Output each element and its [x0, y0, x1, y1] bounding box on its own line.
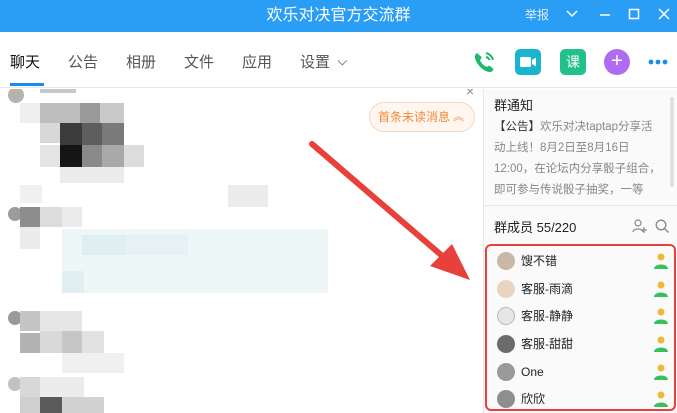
double-chevron-up-icon: ︽ [453, 111, 464, 123]
member-role-icon [653, 335, 669, 353]
member-item[interactable]: 馊不错 [493, 250, 673, 272]
mosaic-block [126, 235, 188, 255]
mosaic-block [62, 353, 124, 373]
mosaic-block [62, 271, 84, 293]
mosaic-block [20, 333, 40, 353]
member-role-icon [653, 252, 669, 270]
mosaic-block [100, 103, 124, 123]
mosaic-block [20, 185, 42, 203]
mosaic-block [60, 145, 82, 167]
tab-files[interactable]: 文件 [184, 52, 214, 74]
mosaic-block [80, 103, 100, 123]
panel-divider [484, 205, 677, 206]
mosaic-block [20, 227, 40, 249]
maximize-icon[interactable] [622, 4, 646, 28]
close-icon[interactable] [652, 4, 676, 28]
mosaic-block [60, 123, 82, 145]
close-small-icon[interactable]: × [466, 89, 474, 99]
mosaic-block [20, 207, 40, 227]
tab-chat[interactable]: 聊天 [10, 52, 40, 74]
member-item[interactable]: 客服-雨滴 [493, 278, 673, 300]
mosaic-block [20, 311, 40, 331]
member-role-icon [653, 390, 669, 408]
phone-icon[interactable] [471, 49, 497, 75]
mosaic-block [62, 207, 82, 227]
lesson-icon[interactable]: 课 [560, 49, 586, 75]
title-bar: 欢乐对决官方交流群 举报 [0, 0, 677, 32]
tab-album[interactable]: 相册 [126, 52, 156, 74]
mosaic-block [82, 331, 104, 353]
member-item[interactable]: 欣欣 [493, 388, 673, 410]
first-unread-message-button[interactable]: 首条未读消息 ︽ [369, 102, 475, 132]
member-role-icon [653, 280, 669, 298]
tab-announcements[interactable]: 公告 [68, 52, 98, 74]
mosaic-block [82, 235, 126, 255]
more-icon[interactable] [646, 49, 672, 75]
member-name: 馊不错 [521, 254, 558, 268]
mosaic-block [20, 377, 40, 397]
mosaic-block [60, 167, 124, 183]
mosaic-block [228, 185, 268, 207]
avatar [497, 335, 515, 353]
mosaic-block [124, 145, 144, 167]
members-title: 群成员 55/220 [494, 220, 577, 235]
avatar [497, 307, 515, 325]
avatar [497, 280, 515, 298]
video-icon[interactable] [515, 49, 541, 75]
notice-body: 欢乐对决taptap分享活动上线！8月2日至8月16日12:00，在论坛内分享骰… [494, 121, 661, 196]
avatar [497, 363, 515, 381]
dropdown-icon[interactable] [560, 4, 584, 28]
member-name: 客服-静静 [521, 309, 573, 323]
tab-bar: 聊天 公告 相册 文件 应用 设置 课 + [0, 32, 677, 88]
tab-settings[interactable]: 设置 [300, 52, 348, 74]
tab-apps[interactable]: 应用 [242, 52, 272, 74]
blurred-name [40, 89, 76, 93]
add-member-icon[interactable] [632, 218, 648, 234]
notice-scrollbar[interactable] [670, 97, 674, 187]
tab-settings-label: 设置 [300, 54, 331, 71]
chevron-down-icon [337, 55, 348, 66]
avatar [497, 390, 515, 408]
mosaic-block [62, 397, 104, 413]
mosaic-block [82, 145, 102, 167]
mosaic-block [40, 145, 60, 167]
member-role-icon [653, 307, 669, 325]
member-item[interactable]: One [493, 361, 673, 383]
avatar [497, 252, 515, 270]
mosaic-block [40, 331, 62, 353]
member-item[interactable]: 客服-静静 [493, 305, 673, 327]
search-icon[interactable] [654, 218, 670, 234]
mosaic-block [40, 397, 62, 413]
minimize-icon[interactable] [593, 4, 617, 28]
mosaic-block [20, 103, 40, 123]
mosaic-block [40, 207, 62, 227]
member-name: 客服-甜甜 [521, 337, 573, 351]
mosaic-block [40, 311, 82, 331]
mosaic-block [40, 123, 60, 143]
mosaic-block [102, 145, 124, 167]
mosaic-block [62, 331, 82, 353]
unread-label: 首条未读消息 [378, 110, 451, 124]
mosaic-block [20, 397, 40, 413]
right-panel: 群通知 【公告】欢乐对决taptap分享活动上线！8月2日至8月16日12:00… [483, 89, 677, 413]
mosaic-block [102, 123, 124, 145]
mosaic-block [40, 377, 84, 397]
avatar [8, 89, 24, 103]
plus-icon[interactable]: + [604, 49, 630, 75]
mosaic-block [40, 103, 80, 123]
mosaic-block [82, 123, 102, 145]
notice-tag: 【公告】 [494, 121, 540, 133]
member-role-icon [653, 363, 669, 381]
member-name: One [521, 365, 544, 379]
group-chat-window: 欢乐对决官方交流群 举报 聊天 公告 相册 文件 应用 设置 课 + × 首条未… [0, 0, 677, 413]
member-list-highlight: 馊不错 客服-雨滴 客服-静静 客服-甜甜 One 欣欣 [485, 244, 676, 411]
member-name: 客服-雨滴 [521, 282, 573, 296]
member-name: 欣欣 [521, 392, 546, 406]
notice-content[interactable]: 【公告】欢乐对决taptap分享活动上线！8月2日至8月16日12:00，在论坛… [494, 117, 662, 201]
notice-title: 群通知 [494, 98, 534, 113]
active-tab-indicator [10, 83, 44, 86]
chat-message-area[interactable]: × 首条未读消息 ︽ [0, 89, 483, 413]
member-item[interactable]: 客服-甜甜 [493, 333, 673, 355]
report-button[interactable]: 举报 [525, 0, 549, 32]
